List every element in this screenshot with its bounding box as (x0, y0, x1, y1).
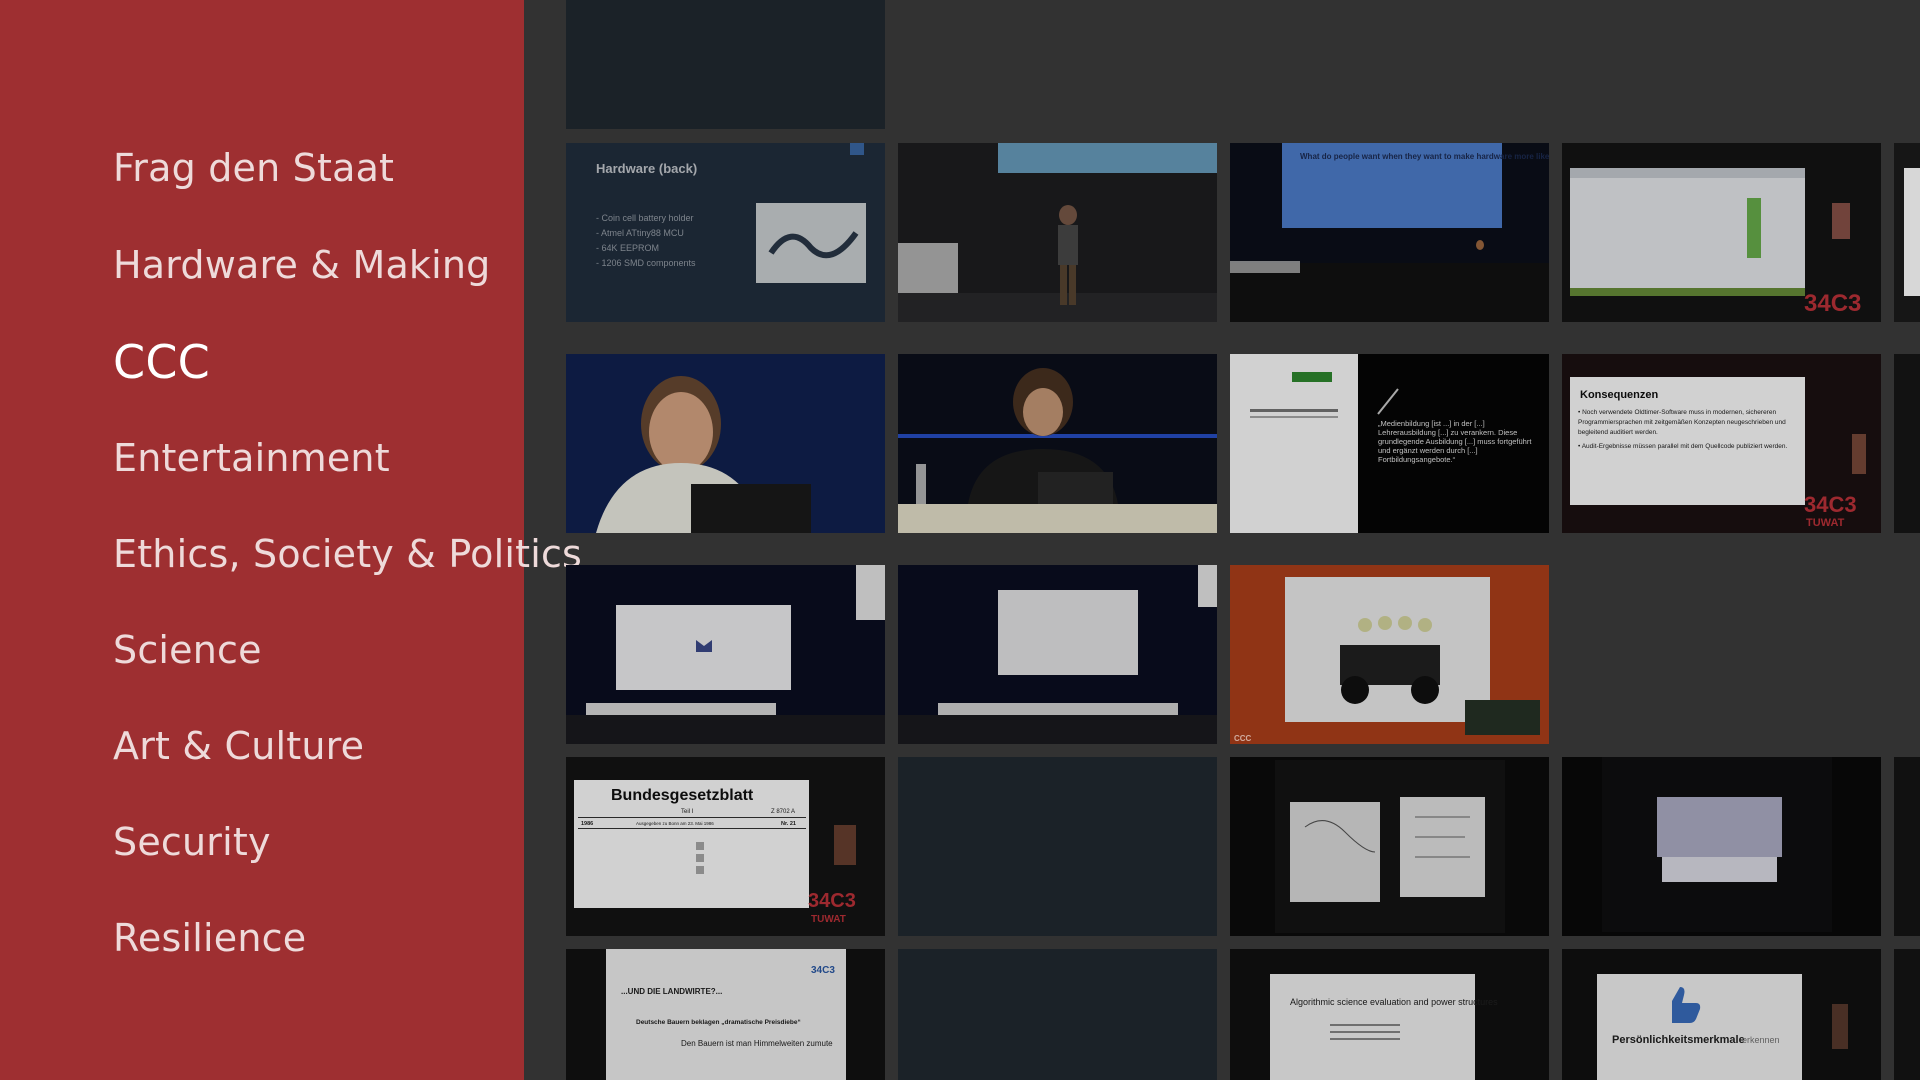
video-thumbnail[interactable] (1894, 757, 1920, 936)
category-ccc[interactable]: CCC (113, 335, 210, 389)
video-thumbnail[interactable]: Algorithmic science evaluation and power… (1230, 949, 1549, 1080)
category-ethics-society-politics[interactable]: Ethics, Society & Politics (113, 532, 582, 576)
video-thumbnail[interactable]: ...UND DIE LANDWIRTE?... Deutsche Bauern… (566, 949, 885, 1080)
video-grid: Hardware (back) - Coin cell battery hold… (524, 0, 1920, 1080)
slide-bullet: - Atmel ATtiny88 MCU (596, 228, 684, 238)
ccc-logo: CCC (1234, 734, 1252, 743)
personality-slide-preview: Persönlichkeitsmerkmale erkennen (1562, 949, 1881, 1080)
quote-slide-preview: „Medienbildung [ist ...] in der [...] Le… (1230, 354, 1549, 533)
slide-headline: Deutsche Bauern beklagen „dramatische Pr… (636, 1019, 801, 1026)
video-thumbnail[interactable] (898, 757, 1217, 936)
video-thumbnail[interactable] (566, 0, 885, 129)
screen-share-preview: 34C3 (1562, 143, 1881, 322)
video-thumbnail[interactable] (1230, 757, 1549, 936)
video-thumbnail[interactable] (898, 143, 1217, 322)
category-hardware-making[interactable]: Hardware & Making (113, 243, 491, 287)
thumbnail-placeholder (566, 0, 885, 129)
category-frag-den-staat[interactable]: Frag den Staat (113, 146, 394, 190)
bgbl-slide-preview: Bundesgesetzblatt Teil I Z 8702 A 1986 A… (566, 757, 885, 936)
slide-part: Teil I (681, 809, 694, 815)
main-stage-preview (566, 565, 885, 744)
slide-title: Persönlichkeitsmerkmale (1612, 1034, 1745, 1046)
slide-quote: „Medienbildung [ist ...] in der [...] Le… (1378, 419, 1532, 464)
slide-title: Algorithmic science evaluation and power… (1290, 997, 1498, 1007)
video-thumbnail[interactable]: 34C3 (1562, 143, 1881, 322)
sketch-slide-preview (1230, 757, 1549, 936)
konsequenzen-slide-preview: Konsequenzen • Noch verwendete Oldtimer-… (1562, 354, 1881, 533)
slide-title: Hardware (back) (596, 161, 697, 176)
art-slide-preview: CCC (1230, 565, 1549, 744)
video-thumbnail[interactable] (566, 565, 885, 744)
slide-title: Konsequenzen (1580, 389, 1659, 401)
thumbnail-edge-preview (1894, 143, 1920, 322)
category-security[interactable]: Security (113, 820, 271, 864)
slide-bullet: - 64K EEPROM (596, 243, 659, 253)
thumbnail-placeholder (898, 757, 1217, 936)
speaker-closeup-preview (566, 354, 885, 533)
thumbnail-edge-preview (1894, 354, 1920, 533)
event-badge: 34C3 (1804, 492, 1857, 517)
slide-bullet: • Noch verwendete Oldtimer-Software muss… (1578, 409, 1786, 436)
dark-slide-preview (1562, 757, 1881, 936)
video-thumbnail[interactable] (566, 354, 885, 533)
lecture-hall-preview: What do people want when they want to ma… (1230, 143, 1549, 322)
slide-bullet: - 1206 SMD components (596, 258, 696, 268)
video-thumbnail[interactable] (898, 949, 1217, 1080)
thumbnail-edge-preview (1894, 949, 1920, 1080)
category-art-culture[interactable]: Art & Culture (113, 724, 364, 768)
video-thumbnail[interactable]: CCC (1230, 565, 1549, 744)
category-resilience[interactable]: Resilience (113, 916, 306, 960)
video-thumbnail[interactable]: Bundesgesetzblatt Teil I Z 8702 A 1986 A… (566, 757, 885, 936)
video-thumbnail[interactable] (1894, 143, 1920, 322)
event-badge-sub: TUWAT (811, 914, 846, 925)
video-thumbnail[interactable]: „Medienbildung [ist ...] in der [...] Le… (1230, 354, 1549, 533)
category-sidebar: Frag den Staat Hardware & Making CCC Ent… (0, 0, 582, 1080)
slide-heading: ...UND DIE LANDWIRTE?... (621, 987, 722, 996)
algorithmic-slide-preview: Algorithmic science evaluation and power… (1230, 949, 1549, 1080)
video-thumbnail[interactable]: Persönlichkeitsmerkmale erkennen (1562, 949, 1881, 1080)
slide-subline: Den Bauern ist man Himmelweiten zumute (681, 1039, 833, 1048)
video-thumbnail[interactable]: Hardware (back) - Coin cell battery hold… (566, 143, 885, 322)
slide-bullet: - Coin cell battery holder (596, 213, 694, 223)
slide-number: Z 8702 A (771, 809, 795, 815)
slide-date: Ausgegeben zu Bonn am 23. Mai 1986 (636, 821, 714, 826)
event-badge: 34C3 (811, 965, 835, 976)
event-badge-sub: TUWAT (1806, 517, 1845, 529)
thumbnail-edge-preview (1894, 757, 1920, 936)
slide-year: 1986 (581, 821, 593, 827)
video-thumbnail[interactable] (1894, 354, 1920, 533)
slide-bullet: • Audit-Ergebnisse müssen parallel mit d… (1578, 443, 1788, 450)
video-thumbnail[interactable] (898, 354, 1217, 533)
event-badge: 34C3 (808, 890, 856, 912)
video-thumbnail[interactable]: Konsequenzen • Noch verwendete Oldtimer-… (1562, 354, 1881, 533)
video-thumbnail[interactable]: What do people want when they want to ma… (1230, 143, 1549, 322)
category-science[interactable]: Science (113, 628, 262, 672)
hardware-slide-preview: Hardware (back) - Coin cell battery hold… (566, 143, 885, 322)
event-badge: 34C3 (1804, 290, 1861, 317)
slide-issue: Nr. 21 (781, 821, 796, 827)
slide-question: What do people want when they want to ma… (1300, 152, 1549, 161)
landwirte-slide-preview: ...UND DIE LANDWIRTE?... Deutsche Bauern… (566, 949, 885, 1080)
main-stage-wide-preview (898, 565, 1217, 744)
speaker-at-desk-preview (898, 354, 1217, 533)
thumbnail-placeholder (898, 949, 1217, 1080)
video-thumbnail[interactable] (1894, 949, 1920, 1080)
slide-title-suffix: erkennen (1742, 1035, 1780, 1045)
video-thumbnail[interactable] (898, 565, 1217, 744)
stage-speaker-preview (898, 143, 1217, 322)
slide-title: Bundesgesetzblatt (611, 787, 754, 804)
video-thumbnail[interactable] (1562, 757, 1881, 936)
category-entertainment[interactable]: Entertainment (113, 436, 390, 480)
